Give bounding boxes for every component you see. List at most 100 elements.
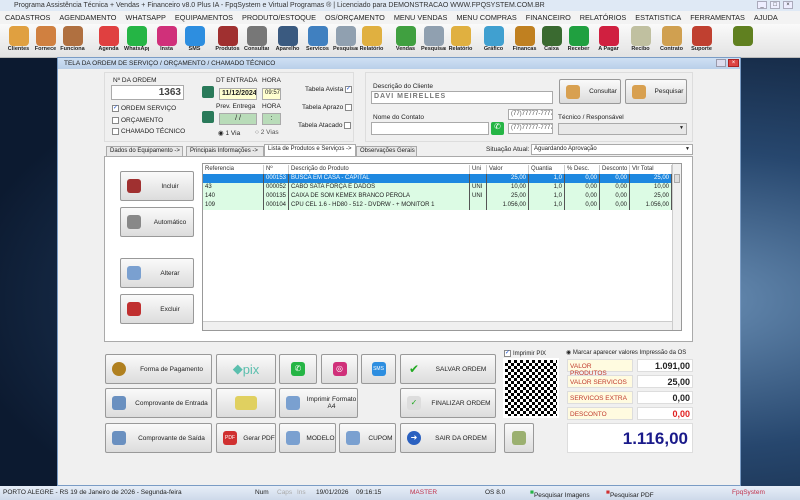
order-number-field[interactable]: 1363	[111, 85, 184, 100]
delivery-time-field[interactable]: :	[262, 113, 281, 125]
consult-button[interactable]: Consultar	[559, 79, 621, 104]
toolbar-pesquisar-button[interactable]: Pesquisar	[333, 25, 358, 57]
calendar-icon[interactable]	[202, 111, 214, 123]
menu-cadastros[interactable]: CADASTROS	[5, 13, 50, 24]
search-button[interactable]: Pesquisar	[625, 79, 687, 104]
minimize-button[interactable]: _	[757, 1, 767, 9]
menu-financeiro[interactable]: FINANCEIRO	[526, 13, 571, 24]
toolbar-relat-rio-button[interactable]: Relatório	[359, 25, 384, 57]
automatic-button[interactable]: Automático	[120, 207, 194, 237]
instagram-button[interactable]: ◎	[321, 354, 358, 384]
toolbar-exit-button[interactable]	[730, 25, 755, 57]
close-button[interactable]: ×	[783, 1, 793, 9]
table-cash[interactable]: Tabela Avista ✓	[305, 86, 354, 93]
whatsapp-icon[interactable]: ✆	[491, 122, 504, 135]
edit-button[interactable]: Alterar	[120, 258, 194, 288]
toolbar-produtos-button[interactable]: Produtos	[215, 25, 240, 57]
type-quote[interactable]: ORÇAMENTO	[112, 117, 163, 124]
menu-whatsapp[interactable]: WHATSAPP	[125, 13, 165, 24]
toolbar-financas-button[interactable]: Financas	[512, 25, 537, 57]
save-order-button[interactable]: ✔ SALVAR ORDEM	[400, 354, 496, 384]
toolbar-recibo-button[interactable]: Recibo	[628, 25, 653, 57]
table-hscrollbar[interactable]	[203, 321, 672, 330]
table-row[interactable]: 000153 BUSCA EM CASA - CAPITAL 25,00 1,0 0,0…	[203, 174, 672, 183]
dialog-restore-button[interactable]	[716, 59, 726, 67]
toolbar-whatsapp-button[interactable]: WhatsApp	[124, 25, 149, 57]
toolbar-sms-button[interactable]: SMS	[182, 25, 207, 57]
contact-field[interactable]	[371, 122, 489, 135]
finish-order-button[interactable]: ✓ FINALIZAR ORDEM	[400, 388, 496, 418]
radio-2-vias[interactable]: ○ 2 Vias	[255, 129, 279, 136]
toolbar-funciona-button[interactable]: Funciona	[60, 25, 85, 57]
toolbar-receber-button[interactable]: Receber	[566, 25, 591, 57]
menu-ajuda[interactable]: AJUDA	[754, 13, 778, 24]
table-header[interactable]: Referencia Nº Descrição do Produto Uni Valor…	[203, 165, 672, 174]
type-call[interactable]: CHAMADO TÉCNICO	[112, 128, 185, 135]
tech-select[interactable]: ▼	[558, 123, 687, 135]
toolbar-clientes-button[interactable]: Clientes	[6, 25, 31, 57]
coupon-button[interactable]: CUPOM	[339, 423, 396, 453]
tab-notes[interactable]: Observações Gerais	[356, 146, 417, 156]
menu-menu-vendas[interactable]: MENU VENDAS	[394, 13, 448, 24]
model-button[interactable]: MODELO	[279, 423, 336, 453]
toolbar-insta-button[interactable]: Insta	[154, 25, 179, 57]
status-select[interactable]: Aguardando Aprovação ▼	[531, 144, 693, 155]
entry-time-field[interactable]: 09:57	[262, 88, 281, 100]
client-name-field[interactable]: DAVI MEIRELLES	[371, 91, 553, 104]
dialog-close-button[interactable]: ×	[728, 59, 739, 67]
payment-button[interactable]: Forma de Pagamento	[105, 354, 212, 384]
menu-os-or-amento[interactable]: OS/ORÇAMENTO	[325, 13, 385, 24]
toolbar-vendas-button[interactable]: Vendas	[393, 25, 418, 57]
mark-values-radio[interactable]: ◉ Marcar aparecer valores Impressão da O…	[566, 349, 686, 356]
toolbar-gr-fico-button[interactable]: Gráfico	[481, 25, 506, 57]
menu-menu-compras[interactable]: MENU COMPRAS	[456, 13, 516, 24]
menu-estatistica[interactable]: ESTATISTICA	[635, 13, 681, 24]
print-a4-button[interactable]: Imprimir Formato A4	[279, 388, 358, 418]
delivery-date-field[interactable]: / /	[219, 113, 257, 125]
print-pix-checkbox[interactable]: ✓ Imprimir PIX	[504, 350, 546, 357]
toolbar-suporte-button[interactable]: Suporte	[689, 25, 714, 57]
map-button[interactable]	[504, 423, 534, 453]
search-pdf-button[interactable]: ■ Pesquisar PDF	[606, 489, 654, 499]
toolbar-caixa-button[interactable]: Caixa	[539, 25, 564, 57]
maximize-button[interactable]: □	[770, 1, 780, 9]
menu-equipamentos[interactable]: EQUIPAMENTOS	[175, 13, 233, 24]
tab-main-info[interactable]: Principais Informações ->	[186, 146, 264, 156]
calendar-icon[interactable]	[202, 86, 214, 98]
toolbar-pesquisar-button[interactable]: Pesquisar	[421, 25, 446, 57]
include-button[interactable]: Incluir	[120, 171, 194, 201]
toolbar-a-pagar-button[interactable]: A Pagar	[596, 25, 621, 57]
table-wholesale[interactable]: Tabela Atacado	[298, 122, 353, 129]
toolbar-contrato-button[interactable]: Contrato	[659, 25, 684, 57]
entry-date-field[interactable]: 11/12/2024	[219, 88, 257, 100]
phone2-field[interactable]: (77)77777-7777	[508, 123, 553, 134]
entry-receipt-button[interactable]: Comprovante de Entrada	[105, 388, 212, 418]
toolbar-agenda-button[interactable]: Agenda	[96, 25, 121, 57]
exit-receipt-button[interactable]: Comprovante de Saída	[105, 423, 212, 453]
phone1-field[interactable]: (77)77777-7777	[508, 109, 553, 120]
tab-products-services[interactable]: Lista de Produtos e Serviços ->	[264, 144, 356, 156]
delete-button[interactable]: Excluir	[120, 294, 194, 324]
menu-produto-estoque[interactable]: PRODUTO/ESTOQUE	[242, 13, 316, 24]
type-order[interactable]: ✓ ORDEM SERVIÇO	[112, 105, 176, 112]
sms-button[interactable]: SMS	[361, 354, 396, 384]
pdf-button[interactable]: PDF Gerar PDF	[216, 423, 276, 453]
toolbar-aparelho-button[interactable]: Aparelho	[275, 25, 300, 57]
toolbar-consultar-button[interactable]: Consultar	[244, 25, 269, 57]
toolbar-servicos-button[interactable]: Servicos	[305, 25, 330, 57]
menu-relat-rios[interactable]: RELATÓRIOS	[580, 13, 627, 24]
menu-agendamento[interactable]: AGENDAMENTO	[59, 13, 116, 24]
radio-1-via[interactable]: ◉ 1 Via	[218, 129, 240, 137]
table-scrollbar[interactable]	[672, 164, 681, 330]
table-row[interactable]: 43 000052 CABO SATA FORÇA E DADOS UNI 10,00 1…	[203, 183, 672, 192]
whatsapp-button[interactable]: ✆	[279, 354, 317, 384]
table-row[interactable]: 140 000135 CAIXA DE SOM KEMEX BRANCO PÉROL…	[203, 192, 672, 201]
search-images-button[interactable]: ■ Pesquisar Imagens	[530, 489, 590, 499]
menu-ferramentas[interactable]: FERRAMENTAS	[690, 13, 745, 24]
leave-order-button[interactable]: ➜ SAIR DA ORDEM	[400, 423, 496, 453]
pix-button[interactable]: ◆ pix	[216, 354, 276, 384]
table-term[interactable]: Tabela Aprazo	[302, 104, 354, 111]
tab-equipment[interactable]: Dados do Equipamento ->	[106, 146, 183, 156]
toolbar-relat-rio-button[interactable]: Relatório	[448, 25, 473, 57]
table-row[interactable]: 109 000104 CPU CEL 1.6 - HD80 - 512 - DVDR…	[203, 201, 672, 210]
